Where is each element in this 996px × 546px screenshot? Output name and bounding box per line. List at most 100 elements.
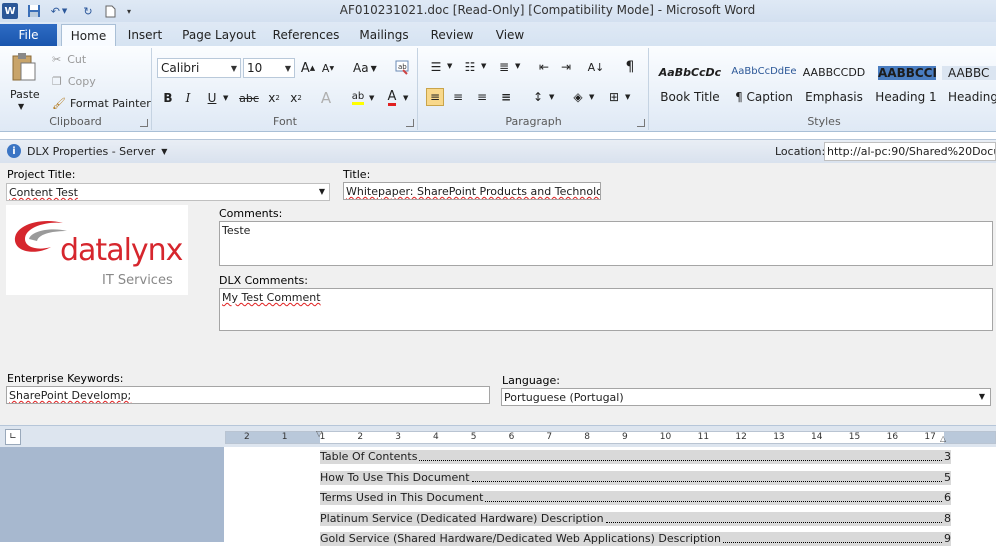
horizontal-ruler[interactable]: 2 1 1 2 3 4 5 6 7 8 9 10 11 12 13 14 15 16 17 ▽ △ xyxy=(225,429,996,444)
multilevel-dropdown-icon[interactable]: ▼ xyxy=(515,62,520,70)
ruler-tick-label: 7 xyxy=(546,432,553,442)
paste-button[interactable]: Paste xyxy=(10,88,40,101)
align-center-icon[interactable]: ≡ xyxy=(449,88,467,106)
tab-insert[interactable]: Insert xyxy=(122,24,168,46)
tab-mailings[interactable]: Mailings xyxy=(354,24,414,46)
font-color-icon[interactable]: A xyxy=(383,89,401,107)
toc-leader-dots xyxy=(485,501,942,502)
style-caption[interactable]: AaBbCcDdEe ¶ Caption xyxy=(728,56,800,112)
font-dialog-launcher-icon[interactable] xyxy=(406,119,414,127)
document-page[interactable]: Table Of Contents 3 How To Use This Docume… xyxy=(224,447,996,546)
underline-icon[interactable]: U xyxy=(203,89,221,107)
shrink-font-icon[interactable]: A ▼ xyxy=(319,59,337,77)
align-right-icon[interactable]: ≡ xyxy=(473,88,491,106)
window-title: AF010231021.doc [Read-Only] [Compatibili… xyxy=(339,3,756,17)
tab-view[interactable]: View xyxy=(490,24,530,46)
paste-dropdown-icon[interactable]: ▼ xyxy=(18,102,24,111)
copy-icon: ❐ xyxy=(52,75,62,88)
numbering-dropdown-icon[interactable]: ▼ xyxy=(481,62,486,70)
chevron-down-icon: ▼ xyxy=(284,64,291,73)
tab-review[interactable]: Review xyxy=(426,24,478,46)
svg-text:ab: ab xyxy=(398,63,407,71)
shading-dropdown-icon[interactable]: ▼ xyxy=(589,93,594,101)
line-spacing-icon[interactable]: ↕ xyxy=(529,88,547,106)
dlx-header-label: DLX Properties - Server xyxy=(27,145,156,158)
keywords-value: SharePoint Develomp; xyxy=(9,389,132,402)
chevron-down-icon: ▼ xyxy=(318,187,325,196)
increase-indent-icon[interactable]: ⇥ xyxy=(557,58,575,76)
dlx-properties-dropdown[interactable]: DLX Properties - Server ▼ xyxy=(27,145,167,158)
borders-dropdown-icon[interactable]: ▼ xyxy=(625,93,630,101)
toc-leader-dots xyxy=(606,521,942,523)
dlx-comments-textarea[interactable]: My Test Comment xyxy=(219,288,993,331)
styles-group-label: Styles xyxy=(807,115,841,128)
toc-entry-text: Table Of Contents xyxy=(320,450,418,463)
paste-icon[interactable] xyxy=(10,52,38,82)
numbering-icon[interactable]: ☷ xyxy=(461,58,479,76)
toc-entry[interactable]: How To Use This Document 5 xyxy=(320,470,951,485)
font-color-dropdown-icon[interactable]: ▼ xyxy=(403,94,408,102)
bold-icon[interactable]: B xyxy=(159,89,177,107)
superscript-icon[interactable]: x2 xyxy=(287,89,305,107)
project-title-label: Project Title: xyxy=(7,168,76,181)
font-size-value: 10 xyxy=(247,61,263,75)
italic-icon[interactable]: I xyxy=(179,89,197,107)
grow-font-icon[interactable]: A ▲ xyxy=(299,59,317,77)
location-field[interactable]: http://al-pc:90/Shared%20Docume xyxy=(824,142,996,161)
change-case-button[interactable]: Aa ▼ xyxy=(353,61,377,75)
style-heading-1[interactable]: AABBCCI Heading 1 xyxy=(870,56,942,112)
comments-textarea[interactable]: Teste xyxy=(219,221,993,266)
paragraph-dialog-launcher-icon[interactable] xyxy=(637,119,645,127)
sort-icon[interactable]: A↓ xyxy=(587,58,605,76)
font-size-combo[interactable]: 10 ▼ xyxy=(243,58,295,78)
enterprise-keywords-field[interactable]: SharePoint Develomp; xyxy=(6,386,490,404)
style-emphasis[interactable]: AABBCCDD Emphasis xyxy=(798,56,870,112)
justify-icon[interactable]: ≡ xyxy=(497,88,515,106)
tab-page-layout[interactable]: Page Layout xyxy=(180,24,258,46)
clear-formatting-icon[interactable]: ab xyxy=(393,58,411,76)
underline-dropdown-icon[interactable]: ▼ xyxy=(223,94,228,102)
tab-references[interactable]: References xyxy=(270,24,342,46)
toc-entry[interactable]: Gold Service (Shared Hardware/Dedicated … xyxy=(320,532,951,546)
format-painter-button[interactable]: 🖌 Format Painter xyxy=(52,97,151,110)
language-select[interactable]: Portuguese (Portugal) ▼ xyxy=(501,388,991,406)
toc-entry[interactable]: Terms Used in This Document 6 xyxy=(320,491,951,505)
borders-icon[interactable]: ⊞ xyxy=(605,88,623,106)
toc-entry[interactable]: Platinum Service (Dedicated Hardware) De… xyxy=(320,511,951,526)
text-effects-icon[interactable]: A xyxy=(317,89,335,107)
style-heading[interactable]: AABBC Heading xyxy=(942,56,996,112)
font-group: Calibri ▼ 10 ▼ A ▲ A ▼ Aa ▼ ab B I U ▼ abc x2… xyxy=(153,48,418,130)
cut-button[interactable]: ✂ Cut xyxy=(52,53,86,66)
line-spacing-dropdown-icon[interactable]: ▼ xyxy=(549,93,554,101)
pilcrow-icon[interactable]: ¶ xyxy=(621,58,639,76)
tab-selector-icon[interactable]: ∟ xyxy=(5,429,21,445)
chevron-down-icon: ▼ xyxy=(230,64,237,73)
strikethrough-icon[interactable]: abc xyxy=(237,89,261,107)
title-field[interactable]: Whitepaper: SharePoint Products and Tech… xyxy=(343,182,601,200)
tab-home[interactable]: Home xyxy=(61,24,116,46)
tab-file[interactable]: File xyxy=(0,24,57,46)
highlight-dropdown-icon[interactable]: ▼ xyxy=(369,94,374,102)
ruler-tick-label: 3 xyxy=(395,432,401,442)
toc-leader-dots xyxy=(419,460,942,461)
bullets-icon[interactable]: ☰ xyxy=(427,58,445,76)
ruler-tick-label: 8 xyxy=(584,432,590,442)
font-name-combo[interactable]: Calibri ▼ xyxy=(157,58,241,78)
first-line-indent-icon[interactable]: ▽ xyxy=(316,429,322,438)
align-left-icon[interactable]: ≡ xyxy=(426,88,444,106)
decrease-indent-icon[interactable]: ⇤ xyxy=(535,58,553,76)
copy-button[interactable]: ❐ Copy xyxy=(52,75,96,88)
bullets-dropdown-icon[interactable]: ▼ xyxy=(447,62,452,70)
cut-label: Cut xyxy=(67,53,87,66)
style-book-title[interactable]: AaBbCcDc Book Title xyxy=(654,56,726,112)
shading-icon[interactable]: ◈ xyxy=(569,88,587,106)
toc-entry[interactable]: Table Of Contents 3 xyxy=(320,450,951,464)
multilevel-list-icon[interactable]: ≣ xyxy=(495,58,513,76)
subscript-icon[interactable]: x2 xyxy=(265,89,283,107)
paragraph-group: ☰ ▼ ☷ ▼ ≣ ▼ ⇤ ⇥ A↓ ¶ ≡ ≡ ≡ ≡ ↕ ▼ ◈ ▼ ⊞ ▼… xyxy=(419,48,649,130)
project-title-select[interactable]: Content Test ▼ xyxy=(6,183,330,201)
clipboard-dialog-launcher-icon[interactable] xyxy=(140,119,148,127)
right-indent-icon[interactable]: △ xyxy=(940,434,946,443)
highlight-icon[interactable]: ab xyxy=(349,89,367,107)
toc-entry-page: 6 xyxy=(944,491,951,504)
